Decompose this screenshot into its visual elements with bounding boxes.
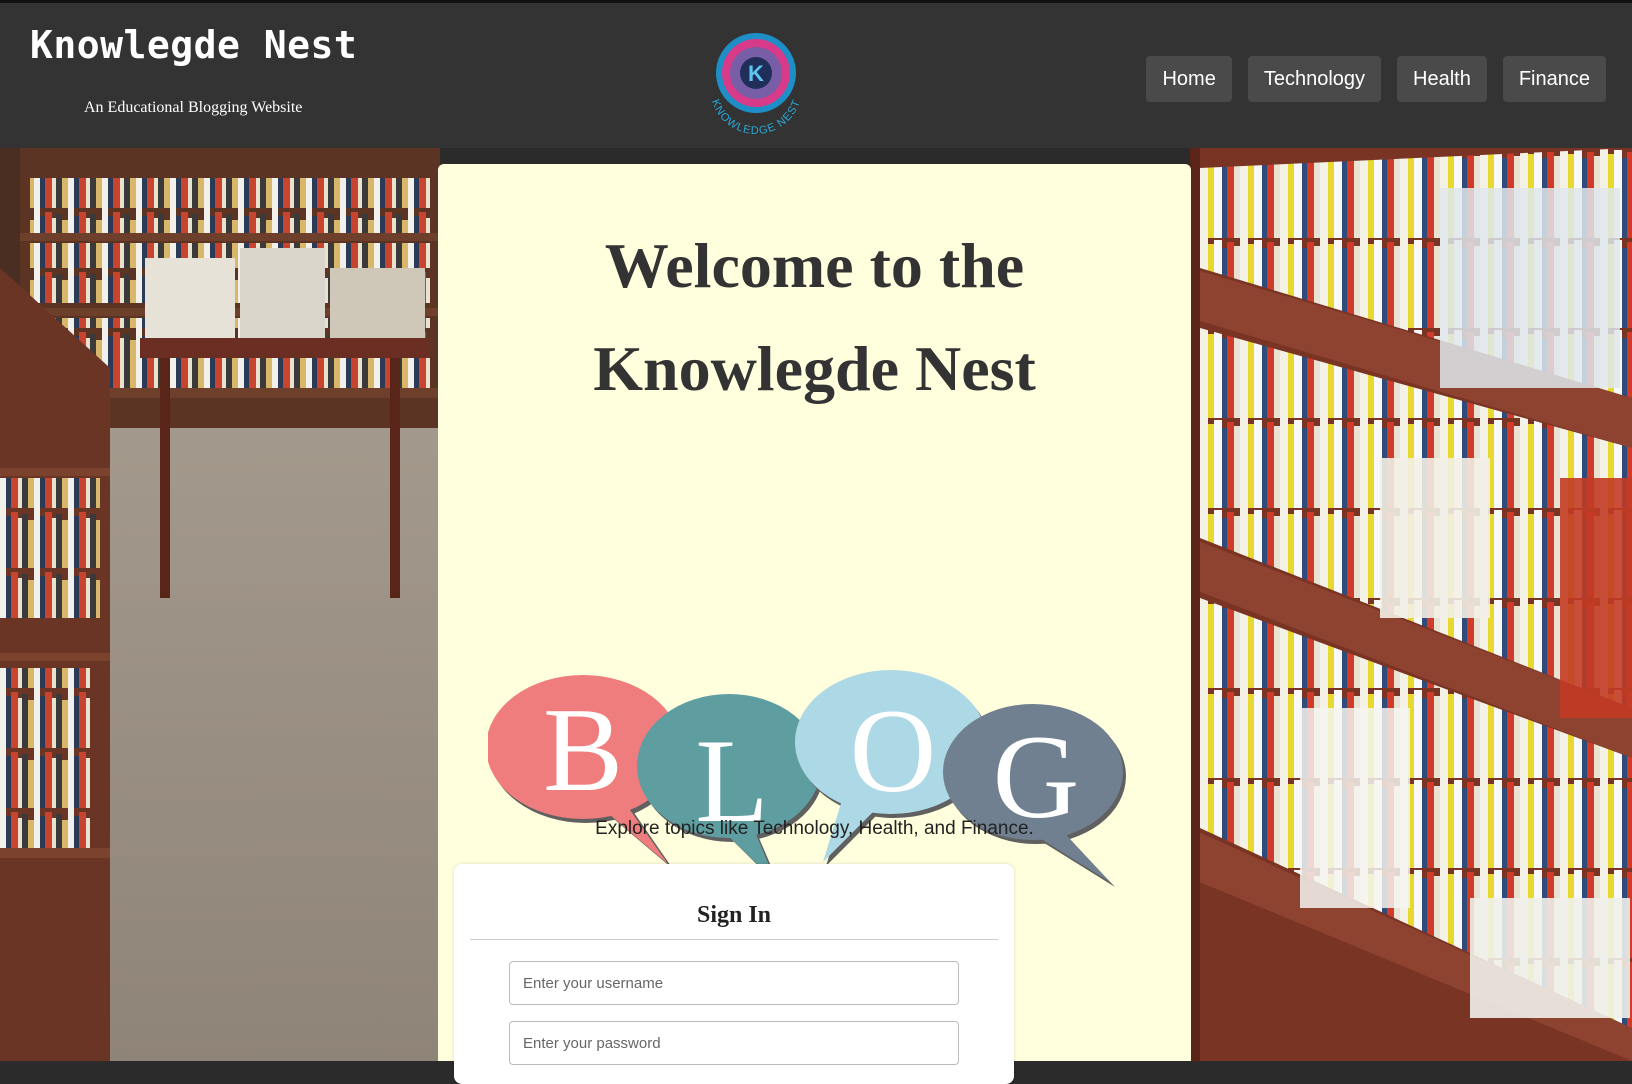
nav-home-button[interactable]: Home (1146, 56, 1232, 102)
site-tagline: An Educational Blogging Website (84, 99, 303, 116)
blog-bubble-g: G (943, 704, 1126, 887)
sign-in-divider (470, 939, 998, 940)
welcome-card: Welcome to the Knowlegde Nest B L O G Ex… (438, 164, 1191, 1084)
nav-technology-button[interactable]: Technology (1247, 56, 1382, 102)
knowledge-nest-logo[interactable]: K KNOWLEDGE NEST (698, 28, 814, 137)
site-header: Knowlegde Nest An Educational Blogging W… (0, 0, 1632, 148)
explore-topics-text: Explore topics like Technology, Health, … (595, 818, 1034, 839)
password-input[interactable] (509, 1021, 959, 1065)
logo-letter: K (748, 61, 764, 86)
blog-letter-b: B (543, 683, 623, 816)
nav-health-button[interactable]: Health (1397, 56, 1487, 102)
blog-letter-o: O (850, 684, 937, 817)
nav-finance-button[interactable]: Finance (1502, 56, 1606, 102)
main-navigation: Home Technology Health Finance (1146, 56, 1606, 102)
sign-in-title: Sign In (696, 902, 772, 928)
site-title: Knowlegde Nest (30, 23, 358, 67)
username-input[interactable] (509, 961, 959, 1005)
welcome-heading-line1: Welcome to the (604, 230, 1025, 301)
welcome-heading-line2: Knowlegde Nest (593, 333, 1036, 404)
sign-in-form: Sign In (454, 864, 1014, 1084)
welcome-heading: Welcome to the Knowlegde Nest (438, 214, 1191, 420)
